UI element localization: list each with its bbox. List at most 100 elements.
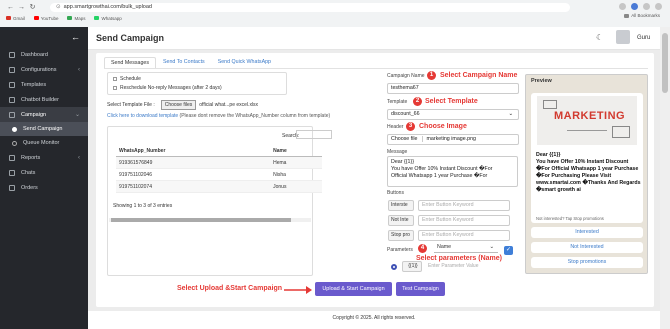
message-line: Official Whatsapp 1 year Purchase �For	[391, 173, 488, 179]
whatsapp-icon	[94, 16, 100, 20]
reload-icon[interactable]: ↻	[28, 3, 37, 12]
tab-bar: Send Messages Send To Contacts Send Quic…	[104, 57, 277, 68]
sidebar-item-dashboard[interactable]: Dashboard	[0, 47, 88, 62]
sidebar-item-queue-monitor[interactable]: Queue Monitor	[0, 136, 88, 150]
sidebar-item-chats[interactable]: Chats	[0, 165, 88, 180]
all-bookmarks[interactable]: All Bookmarks	[624, 13, 660, 18]
button-keyword-input[interactable]: Enter Button Keyword	[418, 230, 510, 241]
chevron-left-icon: ‹	[78, 154, 80, 161]
bookmark-maps[interactable]: Maps	[67, 16, 85, 21]
site-info-icon[interactable]: ⊙	[56, 4, 61, 10]
preview-button-stop: Stop promotions	[531, 257, 643, 268]
reschedule-checkbox[interactable]: Reschedule No-reply Messages (after 2 da…	[113, 85, 222, 91]
table-cell: Hema	[270, 156, 322, 169]
tab-send-to-contacts[interactable]: Send To Contacts	[157, 57, 211, 68]
tab-send-messages[interactable]: Send Messages	[104, 57, 156, 68]
back-icon[interactable]: ←	[6, 3, 15, 12]
gmail-icon	[6, 16, 11, 20]
reports-icon	[9, 154, 15, 161]
header-label: Header	[387, 124, 404, 130]
parameter-select[interactable]: Name ⌄	[434, 244, 498, 253]
menu-icon[interactable]	[655, 3, 662, 10]
sidebar-item-campaign[interactable]: Campaign ⌄	[0, 107, 88, 122]
preview-title: Preview	[531, 78, 552, 84]
download-note: (Please dont remove the WhatsApp_Number …	[179, 113, 331, 119]
campaign-name-label: Campaign Name	[387, 73, 425, 79]
step-badge-2: 2	[413, 97, 422, 106]
sidebar-item-configurations[interactable]: Configurations ‹	[0, 62, 88, 77]
forward-icon[interactable]: →	[17, 3, 26, 12]
choose-files-button[interactable]: Choose files	[160, 100, 197, 110]
table-scrollbar[interactable]	[109, 218, 311, 222]
header-file-input[interactable]: Choose file marketing image.png	[387, 134, 519, 145]
bookmark-whatsapp[interactable]: Whatsapp	[94, 16, 122, 21]
star-icon[interactable]	[619, 3, 626, 10]
main-content: Send Messages Send To Contacts Send Quic…	[88, 50, 660, 311]
button-name-not-interested[interactable]: Not Inte	[388, 215, 414, 226]
scrollbar-thumb[interactable]	[111, 218, 291, 222]
table-row: 919751102046 Nisha	[116, 168, 322, 181]
sidebar-item-send-campaign[interactable]: Send Campaign	[0, 122, 88, 136]
sketch-shape	[612, 126, 630, 138]
test-campaign-button[interactable]: Test Campaign	[396, 282, 445, 296]
chevron-left-icon: ‹	[78, 66, 80, 73]
sidebar-item-chatbot-builder[interactable]: Chatbot Builder	[0, 92, 88, 107]
sidebar-item-templates[interactable]: Templates	[0, 77, 88, 92]
youtube-icon	[33, 16, 39, 20]
bookmark-gmail[interactable]: Gmail	[6, 16, 25, 21]
checkbox-icon	[113, 86, 117, 90]
search-input[interactable]	[296, 130, 332, 139]
table-cell: 919751102046	[116, 168, 271, 181]
schedule-checkbox[interactable]: Schedule	[113, 76, 141, 82]
campaign-name-input[interactable]: testhema67	[387, 83, 519, 94]
column-header[interactable]: WhatsApp_Number	[116, 146, 271, 157]
bookmark-youtube[interactable]: YouTube	[33, 16, 58, 21]
header-choose-file-button[interactable]: Choose file	[391, 136, 423, 142]
campaign-icon	[9, 111, 15, 118]
user-name[interactable]: Guru	[637, 35, 650, 41]
annotation-parameters: Select parameters (Name)	[416, 255, 502, 262]
buttons-label: Buttons	[387, 190, 404, 196]
chevron-down-icon: ⌄	[489, 244, 494, 250]
column-header[interactable]: Name	[270, 146, 322, 157]
button-keyword-input[interactable]: Enter Button Keyword	[418, 200, 510, 211]
message-line: You have Offer 10% Instant Discount �For	[391, 166, 493, 172]
upload-start-campaign-button[interactable]: Upload & Start Campaign	[315, 282, 392, 296]
contacts-table: WhatsApp_Number Name 919361576849 Hema 91…	[116, 146, 322, 193]
sidebar-item-orders[interactable]: Orders	[0, 180, 88, 195]
preview-message-card: MARKETING Dear {{1}} You have Offer 10% …	[531, 93, 643, 223]
checkbox-icon	[113, 77, 117, 81]
parameter-radio[interactable]	[391, 264, 397, 270]
scrollbar-thumb[interactable]	[662, 33, 668, 93]
header-file-name: marketing image.png	[426, 136, 476, 142]
sidebar-header: ←	[0, 27, 88, 47]
table-cell: 919361576849	[116, 156, 271, 169]
sidebar-item-reports[interactable]: Reports ‹	[0, 150, 88, 165]
download-template-link[interactable]: Click here to download template	[107, 113, 178, 119]
circle-icon	[12, 126, 17, 132]
dark-mode-icon[interactable]: ☾	[596, 33, 603, 42]
table-cell: 919751102074	[116, 180, 271, 193]
extension-icon[interactable]	[631, 3, 638, 10]
tab-send-quick-whatsapp[interactable]: Send Quick WhatsApp	[212, 57, 277, 68]
avatar[interactable]	[616, 30, 630, 44]
parameter-value-input[interactable]: Enter Parameter Value	[428, 263, 479, 269]
page-scrollbar[interactable]	[660, 27, 670, 329]
template-label: Template	[387, 99, 408, 105]
message-textarea[interactable]: Dear {{1}} You have Offer 10% Instant Di…	[387, 156, 518, 187]
profile-icon[interactable]	[643, 3, 650, 10]
parameter-checkbox[interactable]: ✓	[504, 246, 513, 255]
whatsapp-preview: Preview MARKETING Dear {{1}} You have Of…	[525, 74, 648, 274]
button-name-interested[interactable]: Interste	[388, 200, 414, 211]
button-name-stop[interactable]: Stop pro	[388, 230, 414, 241]
maps-icon	[67, 16, 73, 20]
button-keyword-input[interactable]: Enter Button Keyword	[418, 215, 510, 226]
parameters-label: Parameters	[387, 247, 413, 253]
browser-chrome: ← → ↻ ⊙ app.smartgrowthai.com/bulk_upload…	[0, 0, 670, 27]
schedule-options: Schedule Reschedule No-reply Messages (a…	[107, 72, 287, 95]
collapse-arrow-icon[interactable]: ←	[71, 32, 80, 42]
chatbot-icon	[9, 96, 15, 103]
address-bar[interactable]: ⊙ app.smartgrowthai.com/bulk_upload	[50, 3, 570, 12]
template-select[interactable]: discount_66 ⌄	[387, 109, 519, 120]
message-label: Message	[387, 149, 408, 155]
